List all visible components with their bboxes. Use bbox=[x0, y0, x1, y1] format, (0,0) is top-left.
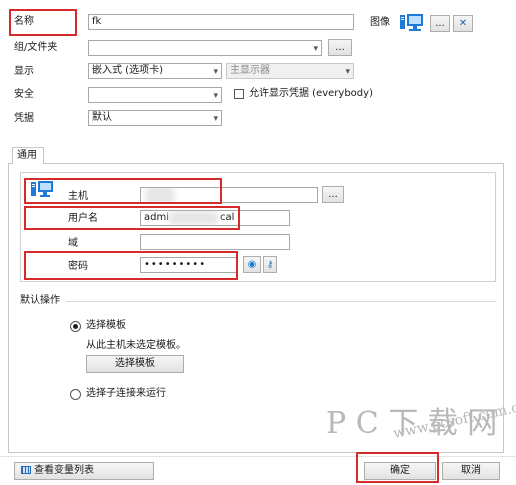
name-label: 名称 bbox=[14, 16, 34, 27]
group-select[interactable]: ▾ bbox=[88, 40, 322, 56]
allow-creds-label: 允许显示凭据 (everybody) bbox=[249, 88, 373, 99]
select-template-radio[interactable] bbox=[70, 321, 81, 332]
select-child-radio[interactable] bbox=[70, 389, 81, 400]
username-input[interactable]: admi cal bbox=[140, 210, 290, 226]
select-template-label: 选择模板 bbox=[86, 320, 126, 331]
table-icon bbox=[21, 466, 31, 474]
host-redaction bbox=[145, 188, 175, 202]
view-variables-button[interactable]: 查看变量列表 bbox=[14, 462, 154, 480]
host-label: 主机 bbox=[68, 191, 88, 202]
group-label: 组/文件夹 bbox=[14, 42, 58, 53]
password-label: 密码 bbox=[68, 261, 88, 272]
tab-general[interactable]: 通用 bbox=[12, 147, 44, 164]
credential-label: 凭据 bbox=[14, 113, 34, 124]
chevron-down-icon: ▾ bbox=[213, 114, 218, 124]
display-select[interactable]: 嵌入式 (选项卡) ▾ bbox=[88, 63, 222, 79]
select-template-button[interactable]: 选择模板 bbox=[86, 355, 184, 373]
eye-icon: ◉ bbox=[247, 259, 257, 270]
monitor-select: 主显示器 ▾ bbox=[226, 63, 354, 79]
name-input[interactable]: fk bbox=[88, 14, 354, 30]
cancel-button[interactable]: 取消 bbox=[442, 462, 500, 480]
key-icon: ⚷ bbox=[266, 260, 274, 270]
chevron-down-icon: ▾ bbox=[313, 44, 318, 54]
show-password-button[interactable]: ◉ bbox=[243, 256, 261, 273]
ok-button[interactable]: 确定 bbox=[364, 462, 436, 480]
chevron-down-icon: ▾ bbox=[345, 67, 350, 77]
chevron-down-icon: ▾ bbox=[213, 67, 218, 77]
credential-select[interactable]: 默认 ▾ bbox=[88, 110, 222, 126]
group-browse-button[interactable]: ... bbox=[328, 39, 352, 56]
domain-input[interactable] bbox=[140, 234, 290, 250]
computer-icon[interactable] bbox=[399, 12, 425, 34]
select-child-label: 选择子连接来运行 bbox=[86, 388, 166, 399]
host-input[interactable] bbox=[140, 187, 318, 203]
tab-general-label: 通用 bbox=[17, 150, 37, 161]
display-label: 显示 bbox=[14, 66, 34, 77]
allow-creds-checkbox[interactable] bbox=[234, 89, 244, 99]
username-label: 用户名 bbox=[68, 213, 98, 224]
password-input[interactable]: ••••••••• bbox=[140, 257, 238, 273]
chevron-down-icon: ▾ bbox=[213, 91, 218, 101]
host-icon bbox=[30, 180, 54, 200]
domain-label: 域 bbox=[68, 238, 78, 249]
security-label: 安全 bbox=[14, 89, 34, 100]
username-redaction bbox=[169, 211, 219, 225]
security-select[interactable]: ▾ bbox=[88, 87, 222, 103]
footer-divider bbox=[0, 456, 516, 457]
template-note: 从此主机未选定模板。 bbox=[86, 340, 186, 351]
default-action-title: 默认操作 bbox=[20, 295, 60, 306]
image-label: 图像 bbox=[370, 17, 390, 28]
delete-icon: ✕ bbox=[458, 18, 468, 29]
host-browse-button[interactable]: ... bbox=[322, 186, 344, 203]
default-action-divider bbox=[66, 301, 496, 302]
key-button[interactable]: ⚷ bbox=[263, 256, 277, 273]
image-clear-button[interactable]: ✕ bbox=[453, 15, 473, 32]
image-browse-button[interactable]: ... bbox=[430, 15, 450, 32]
